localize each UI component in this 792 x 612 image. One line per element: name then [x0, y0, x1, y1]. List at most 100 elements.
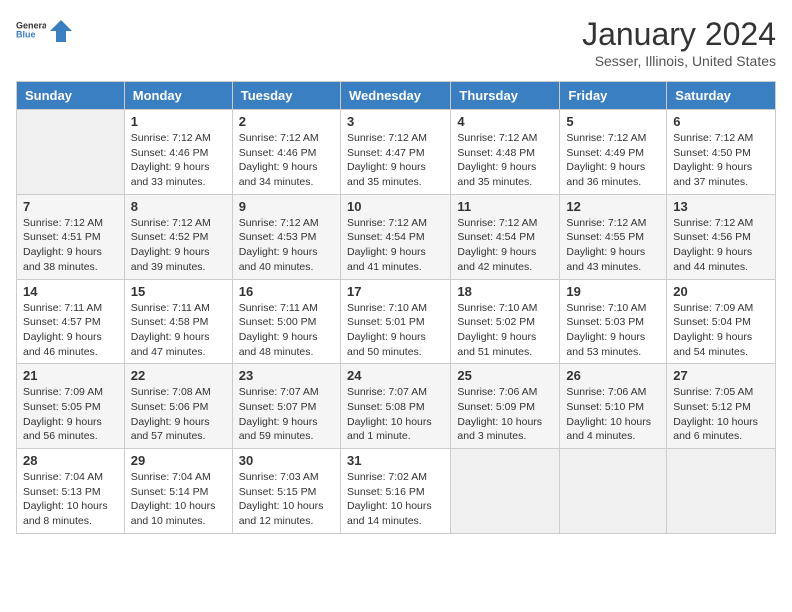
week-row-1: 1 Sunrise: 7:12 AM Sunset: 4:46 PM Daylig…: [17, 110, 776, 195]
day-number: 29: [131, 453, 226, 468]
logo: General Blue: [16, 16, 72, 46]
header-saturday: Saturday: [667, 82, 776, 110]
day-info: Sunrise: 7:12 AM Sunset: 4:55 PM Dayligh…: [566, 216, 660, 275]
day-number: 1: [131, 114, 226, 129]
calendar-cell: 8 Sunrise: 7:12 AM Sunset: 4:52 PM Daylig…: [124, 194, 232, 279]
svg-text:Blue: Blue: [16, 30, 36, 40]
day-info: Sunrise: 7:06 AM Sunset: 5:09 PM Dayligh…: [457, 385, 553, 444]
day-info: Sunrise: 7:12 AM Sunset: 4:54 PM Dayligh…: [347, 216, 444, 275]
day-number: 20: [673, 284, 769, 299]
day-number: 26: [566, 368, 660, 383]
week-row-4: 21Sunrise: 7:09 AM Sunset: 5:05 PM Dayli…: [17, 364, 776, 449]
day-info: Sunrise: 7:12 AM Sunset: 4:52 PM Dayligh…: [131, 216, 226, 275]
day-number: 28: [23, 453, 118, 468]
week-row-2: 7 Sunrise: 7:12 AM Sunset: 4:51 PM Daylig…: [17, 194, 776, 279]
calendar-cell: 16Sunrise: 7:11 AM Sunset: 5:00 PM Dayli…: [232, 279, 340, 364]
day-number: 24: [347, 368, 444, 383]
location-title: Sesser, Illinois, United States: [582, 53, 776, 69]
day-info: Sunrise: 7:10 AM Sunset: 5:02 PM Dayligh…: [457, 301, 553, 360]
header-wednesday: Wednesday: [340, 82, 450, 110]
calendar-cell: 11Sunrise: 7:12 AM Sunset: 4:54 PM Dayli…: [451, 194, 560, 279]
calendar-cell: [667, 449, 776, 534]
day-number: 7: [23, 199, 118, 214]
day-number: 6: [673, 114, 769, 129]
calendar-cell: 22 Sunrise: 7:08 AM Sunset: 5:06 PM Dayli…: [124, 364, 232, 449]
day-number: 19: [566, 284, 660, 299]
header-thursday: Thursday: [451, 82, 560, 110]
calendar-cell: [17, 110, 125, 195]
day-number: 30: [239, 453, 334, 468]
calendar-cell: 10 Sunrise: 7:12 AM Sunset: 4:54 PM Dayli…: [340, 194, 450, 279]
calendar-cell: 20 Sunrise: 7:09 AM Sunset: 5:04 PM Dayli…: [667, 279, 776, 364]
day-info: Sunrise: 7:07 AM Sunset: 5:07 PM Dayligh…: [239, 385, 334, 444]
calendar-cell: 23 Sunrise: 7:07 AM Sunset: 5:07 PM Dayli…: [232, 364, 340, 449]
title-block: January 2024 Sesser, Illinois, United St…: [582, 16, 776, 69]
calendar-cell: 5Sunrise: 7:12 AM Sunset: 4:49 PM Daylig…: [560, 110, 667, 195]
day-info: Sunrise: 7:06 AM Sunset: 5:10 PM Dayligh…: [566, 385, 660, 444]
calendar-cell: 31 Sunrise: 7:02 AM Sunset: 5:16 PM Dayli…: [340, 449, 450, 534]
day-number: 9: [239, 199, 334, 214]
calendar-cell: 21Sunrise: 7:09 AM Sunset: 5:05 PM Dayli…: [17, 364, 125, 449]
day-info: Sunrise: 7:12 AM Sunset: 4:54 PM Dayligh…: [457, 216, 553, 275]
day-number: 18: [457, 284, 553, 299]
day-number: 2: [239, 114, 334, 129]
calendar-header-row: SundayMondayTuesdayWednesdayThursdayFrid…: [17, 82, 776, 110]
day-number: 22: [131, 368, 226, 383]
day-info: Sunrise: 7:08 AM Sunset: 5:06 PM Dayligh…: [131, 385, 226, 444]
day-info: Sunrise: 7:04 AM Sunset: 5:13 PM Dayligh…: [23, 470, 118, 529]
day-number: 4: [457, 114, 553, 129]
header-sunday: Sunday: [17, 82, 125, 110]
day-info: Sunrise: 7:12 AM Sunset: 4:56 PM Dayligh…: [673, 216, 769, 275]
day-number: 14: [23, 284, 118, 299]
calendar-cell: 15Sunrise: 7:11 AM Sunset: 4:58 PM Dayli…: [124, 279, 232, 364]
day-info: Sunrise: 7:02 AM Sunset: 5:16 PM Dayligh…: [347, 470, 444, 529]
calendar-cell: 25Sunrise: 7:06 AM Sunset: 5:09 PM Dayli…: [451, 364, 560, 449]
calendar-cell: 12 Sunrise: 7:12 AM Sunset: 4:55 PM Dayli…: [560, 194, 667, 279]
svg-text:General: General: [16, 21, 46, 31]
day-info: Sunrise: 7:12 AM Sunset: 4:46 PM Dayligh…: [239, 131, 334, 190]
day-number: 31: [347, 453, 444, 468]
calendar-cell: 24 Sunrise: 7:07 AM Sunset: 5:08 PM Dayli…: [340, 364, 450, 449]
calendar-cell: 17 Sunrise: 7:10 AM Sunset: 5:01 PM Dayli…: [340, 279, 450, 364]
month-title: January 2024: [582, 16, 776, 53]
day-info: Sunrise: 7:12 AM Sunset: 4:46 PM Dayligh…: [131, 131, 226, 190]
day-number: 10: [347, 199, 444, 214]
calendar-cell: 14Sunrise: 7:11 AM Sunset: 4:57 PM Dayli…: [17, 279, 125, 364]
logo-icon: General Blue: [16, 16, 46, 46]
header-friday: Friday: [560, 82, 667, 110]
day-info: Sunrise: 7:11 AM Sunset: 4:58 PM Dayligh…: [131, 301, 226, 360]
calendar-cell: [451, 449, 560, 534]
calendar-cell: 30 Sunrise: 7:03 AM Sunset: 5:15 PM Dayli…: [232, 449, 340, 534]
day-info: Sunrise: 7:12 AM Sunset: 4:47 PM Dayligh…: [347, 131, 444, 190]
calendar-cell: 19 Sunrise: 7:10 AM Sunset: 5:03 PM Dayli…: [560, 279, 667, 364]
calendar-cell: 26 Sunrise: 7:06 AM Sunset: 5:10 PM Dayli…: [560, 364, 667, 449]
day-number: 8: [131, 199, 226, 214]
day-info: Sunrise: 7:09 AM Sunset: 5:04 PM Dayligh…: [673, 301, 769, 360]
week-row-3: 14Sunrise: 7:11 AM Sunset: 4:57 PM Dayli…: [17, 279, 776, 364]
header-monday: Monday: [124, 82, 232, 110]
header-tuesday: Tuesday: [232, 82, 340, 110]
logo-arrow-icon: [50, 20, 72, 42]
day-info: Sunrise: 7:12 AM Sunset: 4:51 PM Dayligh…: [23, 216, 118, 275]
day-number: 3: [347, 114, 444, 129]
week-row-5: 28 Sunrise: 7:04 AM Sunset: 5:13 PM Dayli…: [17, 449, 776, 534]
day-info: Sunrise: 7:12 AM Sunset: 4:50 PM Dayligh…: [673, 131, 769, 190]
calendar-table: SundayMondayTuesdayWednesdayThursdayFrid…: [16, 81, 776, 534]
day-info: Sunrise: 7:10 AM Sunset: 5:01 PM Dayligh…: [347, 301, 444, 360]
day-info: Sunrise: 7:12 AM Sunset: 4:53 PM Dayligh…: [239, 216, 334, 275]
calendar-cell: 9 Sunrise: 7:12 AM Sunset: 4:53 PM Daylig…: [232, 194, 340, 279]
day-number: 16: [239, 284, 334, 299]
day-info: Sunrise: 7:03 AM Sunset: 5:15 PM Dayligh…: [239, 470, 334, 529]
day-info: Sunrise: 7:12 AM Sunset: 4:48 PM Dayligh…: [457, 131, 553, 190]
day-info: Sunrise: 7:10 AM Sunset: 5:03 PM Dayligh…: [566, 301, 660, 360]
day-number: 23: [239, 368, 334, 383]
calendar-cell: 2 Sunrise: 7:12 AM Sunset: 4:46 PM Daylig…: [232, 110, 340, 195]
day-number: 21: [23, 368, 118, 383]
calendar-cell: 3 Sunrise: 7:12 AM Sunset: 4:47 PM Daylig…: [340, 110, 450, 195]
calendar-cell: 6 Sunrise: 7:12 AM Sunset: 4:50 PM Daylig…: [667, 110, 776, 195]
day-info: Sunrise: 7:07 AM Sunset: 5:08 PM Dayligh…: [347, 385, 444, 444]
day-number: 17: [347, 284, 444, 299]
calendar-cell: 28 Sunrise: 7:04 AM Sunset: 5:13 PM Dayli…: [17, 449, 125, 534]
day-number: 12: [566, 199, 660, 214]
calendar-cell: 27Sunrise: 7:05 AM Sunset: 5:12 PM Dayli…: [667, 364, 776, 449]
